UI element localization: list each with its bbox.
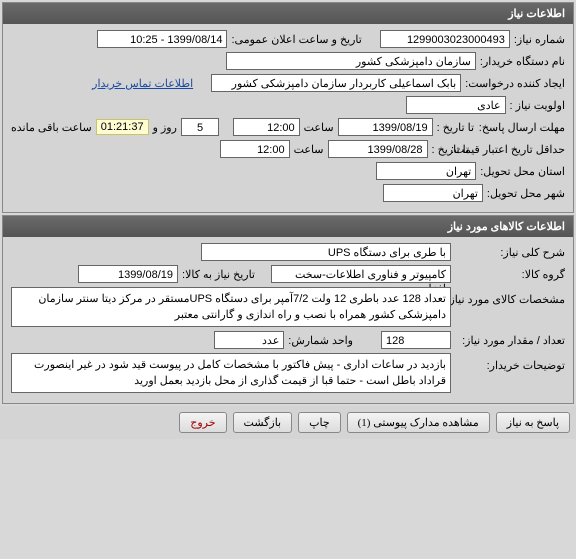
province-label: استان محل تحویل: bbox=[480, 165, 565, 178]
panel-body-goods: شرح کلی نیاز: با طری برای دستگاه UPS گرو… bbox=[3, 237, 573, 403]
unit-label: واحد شمارش: bbox=[288, 334, 353, 347]
remain-label: ساعت باقی مانده bbox=[11, 121, 92, 134]
need-info-panel: اطلاعات نیاز شماره نیاز: 129900302300049… bbox=[2, 2, 574, 213]
valid-until-label: تا تاریخ : bbox=[432, 143, 469, 156]
deadline-label: مهلت ارسال پاسخ: bbox=[478, 121, 565, 134]
need-date-value: 1399/08/19 bbox=[78, 265, 178, 283]
exit-button[interactable]: خروج bbox=[179, 412, 226, 433]
countdown-timer: 01:21:37 bbox=[96, 119, 149, 135]
deadline-date: 1399/08/19 bbox=[338, 118, 433, 136]
notes-label: توضیحات خریدار: bbox=[455, 353, 565, 372]
notes-value: بازدید در ساعات اداری - پیش فاکتور با مش… bbox=[11, 353, 451, 393]
creator-label: ایجاد کننده درخواست: bbox=[465, 77, 565, 90]
time-label-1: ساعت bbox=[304, 121, 334, 134]
days-left: 5 bbox=[181, 118, 219, 136]
unit-value: عدد bbox=[214, 331, 284, 349]
city-label: شهر محل تحویل: bbox=[487, 187, 565, 200]
deadline-time: 12:00 bbox=[233, 118, 300, 136]
qty-label: تعداد / مقدار مورد نیاز: bbox=[455, 334, 565, 347]
spec-label: مشخصات کالای مورد نیاز: bbox=[455, 287, 565, 306]
time-label-2: ساعت bbox=[294, 143, 324, 156]
org-value: سازمان دامپزشکی کشور bbox=[226, 52, 476, 70]
desc-label: شرح کلی نیاز: bbox=[455, 246, 565, 259]
attachments-button[interactable]: مشاهده مدارک پیوستی (1) bbox=[347, 412, 490, 433]
valid-date: 1399/08/28 bbox=[328, 140, 428, 158]
reply-button[interactable]: پاسخ به نیاز bbox=[496, 412, 570, 433]
contact-link[interactable]: اطلاعات تماس خریدار bbox=[92, 77, 193, 90]
need-no-label: شماره نیاز: bbox=[514, 33, 565, 46]
priority-value: عادی bbox=[406, 96, 506, 114]
panel-header-need: اطلاعات نیاز bbox=[3, 3, 573, 24]
creator-value: بابک اسماعیلی کاربردار سازمان دامپزشکی ک… bbox=[211, 74, 461, 92]
panel-body-need: شماره نیاز: 1299003023000493 تاریخ و ساع… bbox=[3, 24, 573, 212]
org-label: نام دستگاه خریدار: bbox=[480, 55, 565, 68]
until-label: تا تاریخ : bbox=[437, 121, 474, 134]
announce-value: 1399/08/14 - 10:25 bbox=[97, 30, 227, 48]
priority-label: اولویت نیاز : bbox=[510, 99, 565, 112]
print-button[interactable]: چاپ bbox=[298, 412, 341, 433]
group-value: کامپیوتر و فناوری اطلاعات-سخت افزار bbox=[271, 265, 451, 283]
valid-time: 12:00 bbox=[220, 140, 290, 158]
valid-label: حداقل تاریخ اعتبار قیمت: bbox=[473, 143, 565, 156]
need-date-label: تاریخ نیاز به کالا: bbox=[182, 268, 255, 281]
desc-value: با طری برای دستگاه UPS bbox=[201, 243, 451, 261]
goods-info-panel: اطلاعات کالاهای مورد نیاز شرح کلی نیاز: … bbox=[2, 215, 574, 404]
days-sep: روز و bbox=[153, 121, 177, 134]
need-no-value: 1299003023000493 bbox=[380, 30, 510, 48]
group-label: گروه کالا: bbox=[455, 268, 565, 281]
footer-bar: پاسخ به نیاز مشاهده مدارک پیوستی (1) چاپ… bbox=[0, 406, 576, 439]
panel-header-goods: اطلاعات کالاهای مورد نیاز bbox=[3, 216, 573, 237]
announce-label: تاریخ و ساعت اعلان عمومی: bbox=[231, 33, 361, 46]
province-value: تهران bbox=[376, 162, 476, 180]
city-value: تهران bbox=[383, 184, 483, 202]
spec-value: تعداد 128 عدد باطری 12 ولت 7/2آمپر برای … bbox=[11, 287, 451, 327]
qty-value: 128 bbox=[381, 331, 451, 349]
back-button[interactable]: بازگشت bbox=[233, 412, 293, 433]
